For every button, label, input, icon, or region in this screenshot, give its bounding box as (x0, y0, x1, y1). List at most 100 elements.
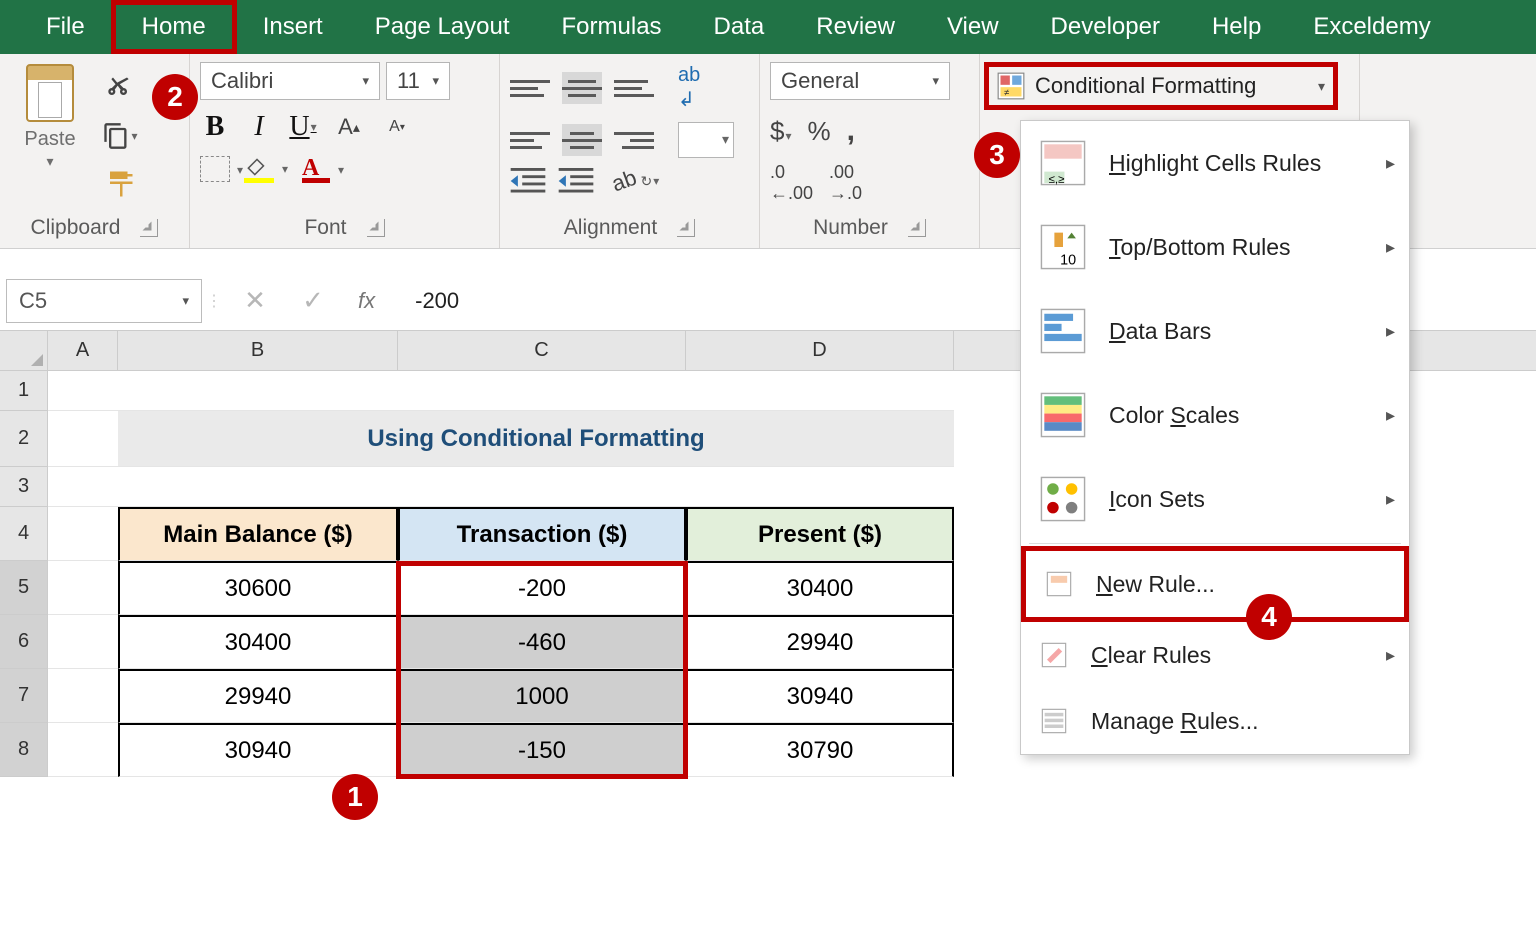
tab-developer[interactable]: Developer (1025, 0, 1186, 54)
borders-button[interactable]: ▾ (200, 156, 230, 182)
header-present[interactable]: Present ($) (686, 507, 954, 561)
row-header-5[interactable]: 5 (0, 561, 48, 615)
cancel-formula-icon[interactable]: ✕ (226, 285, 284, 316)
menu-top-bottom-rules[interactable]: 10 Top/Bottom Rules ▸ (1021, 205, 1409, 289)
align-middle-icon[interactable] (562, 72, 602, 104)
align-left-icon[interactable] (510, 124, 550, 156)
font-name-combo[interactable]: Calibri▾ (200, 62, 380, 100)
tab-file[interactable]: File (20, 0, 111, 54)
cell-A5[interactable] (48, 561, 118, 615)
bold-button[interactable]: B (200, 110, 230, 144)
conditional-formatting-button[interactable]: ≠ Conditional Formatting ▾ (984, 62, 1338, 110)
merge-center-button[interactable] (678, 122, 734, 158)
cell-C5[interactable]: -200 (398, 561, 686, 615)
col-header-C[interactable]: C (398, 331, 686, 370)
cell-A7[interactable] (48, 669, 118, 723)
row-header-6[interactable]: 6 (0, 615, 48, 669)
tab-review[interactable]: Review (790, 0, 921, 54)
menu-clear-rules[interactable]: Clear Rules ▸ (1021, 622, 1409, 688)
underline-button[interactable]: U▾ (288, 110, 318, 144)
cell-B7[interactable]: 29940 (118, 669, 398, 723)
cell-D5[interactable]: 30400 (686, 561, 954, 615)
align-top-icon[interactable] (510, 72, 550, 104)
cell-D1[interactable] (686, 371, 954, 411)
cell-A2[interactable] (48, 411, 118, 467)
col-header-A[interactable]: A (48, 331, 118, 370)
row-header-8[interactable]: 8 (0, 723, 48, 777)
tab-exceldemy[interactable]: Exceldemy (1287, 0, 1456, 54)
title-cell[interactable]: Using Conditional Formatting (118, 411, 954, 467)
font-launcher[interactable] (367, 219, 385, 237)
cell-D6[interactable]: 29940 (686, 615, 954, 669)
decrease-font-icon[interactable]: A▾ (380, 108, 414, 146)
paste-dropdown-arrow[interactable]: ▾ (46, 153, 53, 170)
cell-B1[interactable] (118, 371, 398, 411)
cell-B8[interactable]: 30940 (118, 723, 398, 777)
cell-A6[interactable] (48, 615, 118, 669)
increase-font-icon[interactable]: A▴ (332, 108, 366, 146)
tab-data[interactable]: Data (688, 0, 791, 54)
cell-C8[interactable]: -150 (398, 723, 686, 777)
orientation-icon[interactable]: ab ↻ ▾ (612, 168, 659, 194)
menu-color-scales[interactable]: Color Scales ▸ (1021, 373, 1409, 457)
cell-D3[interactable] (686, 467, 954, 507)
col-header-B[interactable]: B (118, 331, 398, 370)
tab-formulas[interactable]: Formulas (536, 0, 688, 54)
cell-C3[interactable] (398, 467, 686, 507)
italic-button[interactable]: I (244, 110, 274, 144)
cell-A8[interactable] (48, 723, 118, 777)
row-header-2[interactable]: 2 (0, 411, 48, 467)
font-color-button[interactable]: A ▾ (302, 155, 330, 183)
number-launcher[interactable] (908, 219, 926, 237)
row-header-7[interactable]: 7 (0, 669, 48, 723)
header-main-balance[interactable]: Main Balance ($) (118, 507, 398, 561)
wrap-text-icon[interactable]: ab↲ (678, 64, 700, 112)
cell-C7[interactable]: 1000 (398, 669, 686, 723)
cell-B5[interactable]: 30600 (118, 561, 398, 615)
row-header-4[interactable]: 4 (0, 507, 48, 561)
clipboard-launcher[interactable] (140, 219, 158, 237)
row-header-3[interactable]: 3 (0, 467, 48, 507)
format-painter-icon[interactable] (102, 166, 138, 202)
fill-color-button[interactable]: ▾ (244, 154, 274, 183)
menu-icon-sets[interactable]: Icon Sets ▸ (1021, 457, 1409, 541)
tab-help[interactable]: Help (1186, 0, 1287, 54)
cell-A4[interactable] (48, 507, 118, 561)
copy-icon[interactable]: ▾ (102, 118, 138, 154)
cell-C6[interactable]: -460 (398, 615, 686, 669)
align-right-icon[interactable] (614, 124, 654, 156)
cell-D7[interactable]: 30940 (686, 669, 954, 723)
row-header-1[interactable]: 1 (0, 371, 48, 411)
name-box[interactable]: C5▾ (6, 279, 202, 323)
percent-format-icon[interactable]: % (808, 116, 831, 147)
fx-label[interactable]: fx (342, 288, 391, 314)
enter-formula-icon[interactable]: ✓ (284, 285, 342, 316)
tab-page-layout[interactable]: Page Layout (349, 0, 536, 54)
menu-data-bars[interactable]: Data Bars ▸ (1021, 289, 1409, 373)
increase-indent-icon[interactable] (558, 168, 594, 194)
cell-A1[interactable] (48, 371, 118, 411)
tab-insert[interactable]: Insert (237, 0, 349, 54)
cell-A3[interactable] (48, 467, 118, 507)
menu-new-rule[interactable]: New Rule... (1021, 546, 1409, 622)
decrease-decimal-icon[interactable]: .00→.0 (829, 162, 862, 204)
comma-format-icon[interactable]: , (847, 114, 855, 148)
cell-C1[interactable] (398, 371, 686, 411)
paste-button[interactable]: Paste ▾ (10, 64, 90, 170)
cell-B3[interactable] (118, 467, 398, 507)
number-format-combo[interactable]: General▾ (770, 62, 950, 100)
increase-decimal-icon[interactable]: .0←.00 (770, 162, 813, 204)
cell-B6[interactable]: 30400 (118, 615, 398, 669)
cut-icon[interactable] (102, 70, 138, 106)
header-transaction[interactable]: Transaction ($) (398, 507, 686, 561)
col-header-D[interactable]: D (686, 331, 954, 370)
menu-manage-rules[interactable]: Manage Rules... (1021, 688, 1409, 754)
decrease-indent-icon[interactable] (510, 168, 546, 194)
align-bottom-icon[interactable] (614, 72, 654, 104)
tab-home[interactable]: Home (111, 0, 237, 54)
alignment-launcher[interactable] (677, 219, 695, 237)
font-size-combo[interactable]: 11▾ (386, 62, 450, 100)
cell-D8[interactable]: 30790 (686, 723, 954, 777)
menu-highlight-cells-rules[interactable]: ≤,≥ Highlight Cells Rules ▸ (1021, 121, 1409, 205)
accounting-format-icon[interactable]: $▾ (770, 116, 792, 147)
